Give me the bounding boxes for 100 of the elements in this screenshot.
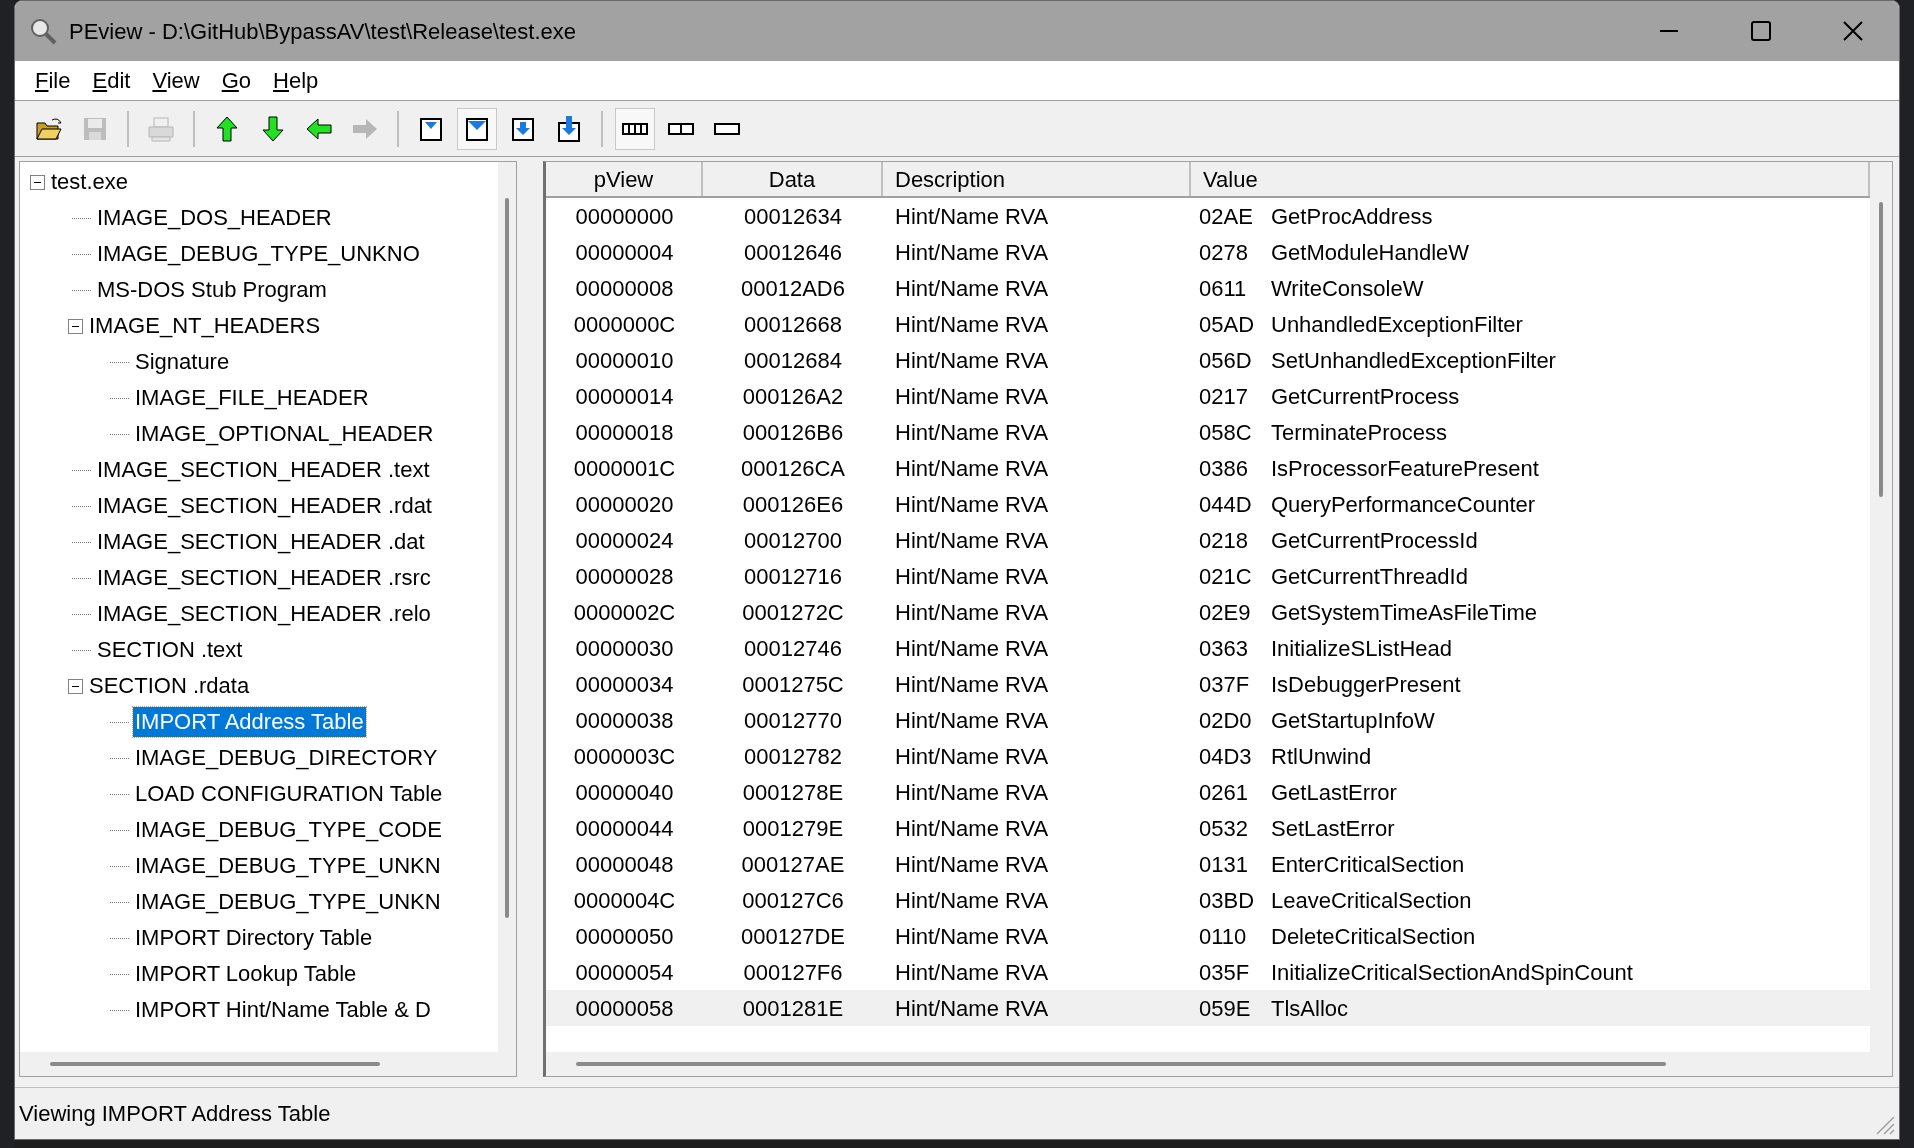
collapse-icon[interactable] <box>30 174 45 190</box>
table-cell-text: 000127C6 <box>742 886 844 915</box>
table-cell-text: 059E <box>1199 994 1252 1023</box>
table-cell-text: 00000038 <box>575 706 674 735</box>
table-cell-text: WriteConsoleW <box>1271 274 1424 303</box>
menu-item[interactable]: Go <box>211 64 262 97</box>
column-header[interactable]: Description <box>883 162 1191 196</box>
tree-item[interactable]: IMAGE_SECTION_HEADER .rsrc <box>95 563 433 593</box>
tree-item[interactable]: MS-DOS Stub Program <box>95 275 329 305</box>
scrollbar-thumb[interactable] <box>50 1062 380 1066</box>
tree-item[interactable]: IMPORT Address Table <box>133 707 366 737</box>
tree-item[interactable]: IMAGE_SECTION_HEADER .rdat <box>95 491 434 521</box>
tree-item[interactable]: IMAGE_DEBUG_TYPE_UNKN <box>133 851 443 881</box>
table-cell-text: GetProcAddress <box>1271 202 1433 231</box>
menu-item[interactable]: File <box>25 64 81 97</box>
minimize-icon <box>1659 30 1679 32</box>
menu-item[interactable]: Help <box>263 64 329 97</box>
tree-item[interactable]: IMAGE_FILE_HEADER <box>133 383 371 413</box>
table-cell-text: 000127AE <box>741 850 845 879</box>
table-cell-text: 0001281E <box>742 994 844 1023</box>
table-cell-text: 0217 <box>1199 382 1249 411</box>
table-cell-text: IsDebuggerPresent <box>1271 670 1461 699</box>
tree-item[interactable]: IMAGE_DEBUG_DIRECTORY <box>133 743 440 773</box>
table-cell-text: 0000004C <box>573 886 676 915</box>
table-cell-text: 02E9 <box>1199 598 1252 627</box>
table-cell-text: 00000010 <box>575 346 674 375</box>
table-cell-text: 000126B6 <box>742 418 844 447</box>
table-cell-text: 0000000C <box>573 310 676 339</box>
table-cell-text: Hint/Name RVA <box>895 742 1049 771</box>
table-cell-text: 00000044 <box>575 814 674 843</box>
tree-item[interactable]: SECTION .text <box>95 635 245 665</box>
table-cell-text: 04D3 <box>1199 742 1253 771</box>
tree-item[interactable]: IMAGE_DOS_HEADER <box>95 203 334 233</box>
table-cell-text: 035F <box>1199 958 1251 987</box>
table-cell-text: Hint/Name RVA <box>895 958 1049 987</box>
table-cell-text: Hint/Name RVA <box>895 994 1049 1023</box>
table-cell-text: 021C <box>1199 562 1253 591</box>
tree-item[interactable]: IMAGE_DEBUG_TYPE_CODE <box>133 815 444 845</box>
tree-item[interactable]: IMAGE_OPTIONAL_HEADER <box>133 419 436 449</box>
table-cell-text: QueryPerformanceCounter <box>1271 490 1536 519</box>
table-cell-text: 00000050 <box>575 922 674 951</box>
scrollbar-thumb[interactable] <box>505 198 509 918</box>
tree-item[interactable]: LOAD CONFIGURATION Table <box>133 779 445 809</box>
table-cell-text: Hint/Name RVA <box>895 886 1049 915</box>
tree-item[interactable]: IMAGE_DEBUG_TYPE_UNKNO <box>95 239 422 269</box>
table-cell-text: 00000040 <box>575 778 674 807</box>
scrollbar-thumb[interactable] <box>576 1062 1666 1066</box>
column-header[interactable]: Value <box>1191 162 1870 196</box>
table-cell-text: 00000008 <box>575 274 674 303</box>
table-cell-text: 00012646 <box>744 238 842 267</box>
tree-item[interactable]: Signature <box>133 347 232 377</box>
table-cell-text: GetCurrentProcess <box>1271 382 1460 411</box>
tree-item[interactable]: SECTION .rdata <box>87 671 252 701</box>
menu-item[interactable]: Edit <box>82 64 141 97</box>
table-cell-text: EnterCriticalSection <box>1271 850 1465 879</box>
table-row[interactable]: 00000058 0001281E Hint/Name RVA 059E TlsAlloc <box>546 990 1870 1026</box>
table-cell-text: Hint/Name RVA <box>895 778 1049 807</box>
table-cell-text: GetModuleHandleW <box>1271 238 1470 267</box>
toolbar-button[interactable] <box>457 107 497 150</box>
table-cell-text: SetLastError <box>1271 814 1395 843</box>
tree-item[interactable]: IMAGE_NT_HEADERS <box>87 311 323 341</box>
table-cell-text: GetCurrentProcessId <box>1271 526 1478 555</box>
table-cell-text: 0110 <box>1199 922 1248 951</box>
tree-item[interactable]: IMAGE_SECTION_HEADER .relo <box>95 599 433 629</box>
table-cell-text: Hint/Name RVA <box>895 814 1049 843</box>
table-cell-text: 00012716 <box>744 562 842 591</box>
table-cell-text: UnhandledExceptionFilter <box>1271 310 1523 339</box>
table-cell-text: Hint/Name RVA <box>895 634 1049 663</box>
table-cell-text: Hint/Name RVA <box>895 922 1049 951</box>
tree-item[interactable]: IMAGE_DEBUG_TYPE_UNKN <box>133 887 443 917</box>
table-cell-text: RtlUnwind <box>1271 742 1372 771</box>
table-cell-text: 000126E6 <box>742 490 844 519</box>
table-cell-text: 0001279E <box>742 814 844 843</box>
column-header[interactable]: Data <box>703 162 883 196</box>
scrollbar-thumb[interactable] <box>1879 202 1883 497</box>
tree-item[interactable]: IMAGE_SECTION_HEADER .dat <box>95 527 427 557</box>
table-cell-text: 0001275C <box>742 670 844 699</box>
tree-item[interactable]: test.exe <box>49 167 131 197</box>
table-cell-text: 00000048 <box>575 850 674 879</box>
table-cell-text: DeleteCriticalSection <box>1271 922 1476 951</box>
toolbar-button[interactable] <box>615 107 655 150</box>
collapse-icon[interactable] <box>68 678 83 694</box>
status-text: Viewing IMPORT Address Table <box>18 1100 331 1128</box>
tree-item[interactable]: IMPORT Lookup Table <box>133 959 359 989</box>
collapse-icon[interactable] <box>68 318 83 334</box>
table-cell-text: 058C <box>1199 418 1253 447</box>
tree-item[interactable]: IMPORT Directory Table <box>133 923 375 953</box>
table-cell-text: Hint/Name RVA <box>895 490 1049 519</box>
tree-item[interactable]: IMAGE_SECTION_HEADER .text <box>95 455 432 485</box>
maximize-icon <box>1751 21 1771 41</box>
table-cell-text: 05AD <box>1199 310 1256 339</box>
table-cell-text: Hint/Name RVA <box>895 346 1049 375</box>
table-cell-text: Hint/Name RVA <box>895 850 1049 879</box>
table-cell-text: InitializeSListHead <box>1271 634 1452 663</box>
table-cell-text: Hint/Name RVA <box>895 670 1049 699</box>
tree-item[interactable]: IMPORT Hint/Name Table & D <box>133 995 433 1025</box>
menu-item[interactable]: View <box>142 64 210 97</box>
column-header[interactable]: pView <box>546 162 703 196</box>
table-cell-text: 0611 <box>1199 274 1248 303</box>
table-cell-text: 02D0 <box>1199 706 1253 735</box>
